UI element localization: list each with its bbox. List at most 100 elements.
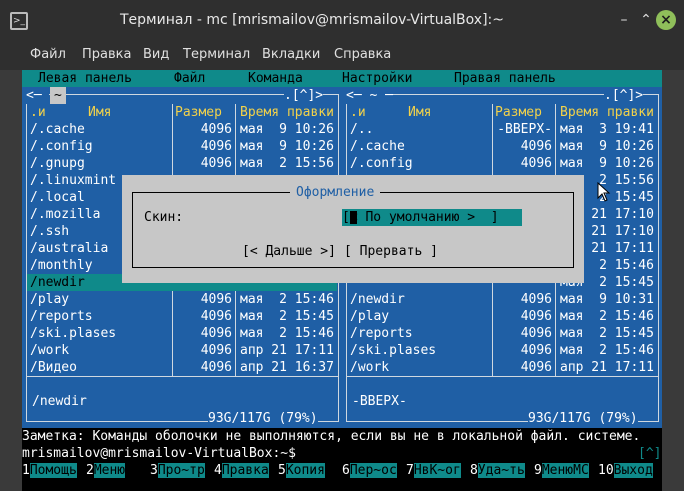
left-panel-history-arrow[interactable]: <─: [26, 87, 50, 104]
right-header-size[interactable]: Размер: [495, 104, 542, 121]
fkey-number: 2: [86, 463, 94, 478]
right_panel-file-size: 4096: [520, 156, 552, 171]
right_panel-file-date: мая 3 19:41: [560, 122, 654, 137]
left_panel-file-name: /play: [30, 292, 70, 307]
fkey-label: МенюМС: [541, 463, 589, 478]
fkey-label: Уда~ть: [477, 463, 525, 478]
fkey-number: 1: [22, 463, 30, 478]
fkey-number: 3: [150, 463, 158, 478]
mc-menu-left-panel[interactable]: Левая панель: [38, 70, 132, 87]
fkey-1[interactable]: 1Помощь: [22, 462, 77, 479]
left_panel-file-date: мая 9 10:26: [240, 122, 334, 137]
left_panel-file-name: /.mozilla: [30, 207, 101, 222]
right_panel-file-size: 4096: [520, 139, 552, 154]
right_panel-file-name: /newdir: [350, 292, 405, 307]
next-button[interactable]: [< Дальше >]: [242, 243, 336, 260]
left_panel-file-size: 4096: [200, 292, 232, 307]
right-panel-history-arrow[interactable]: <─ ~ ─: [346, 87, 393, 104]
menu-help[interactable]: Справка: [334, 40, 391, 70]
skin-label: Скин:: [144, 210, 184, 225]
right_panel-file-date: мая 2 15:46: [560, 309, 654, 324]
left_panel-file-name: /newdir: [30, 275, 85, 290]
left_panel-file-size: 4096: [200, 122, 232, 137]
right_panel-file-name: /play: [350, 309, 390, 324]
left_panel-file-name: /.ssh: [30, 224, 70, 239]
left_panel-file-date: мая 2 15:56: [240, 156, 334, 171]
right-panel-disk: 93G/117G (79%): [528, 410, 638, 427]
right_panel-file-date: мая 9 10:26: [560, 156, 654, 171]
terminal-area[interactable]: Левая панель Файл Команда Настройки Прав…: [22, 70, 662, 491]
left-panel-path: ~: [50, 87, 66, 104]
fkey-number: 8: [470, 463, 478, 478]
left-header-name[interactable]: Имя: [88, 104, 111, 121]
right-header-mtime[interactable]: Время правки: [560, 104, 654, 121]
left_panel-file-date: мая 9 10:26: [240, 139, 334, 154]
dialog-title: Оформление: [290, 184, 381, 201]
left-header-size[interactable]: Размер: [175, 104, 222, 121]
left_panel-file-name: /work: [30, 343, 70, 358]
skin-select[interactable]: [< По умолчанию > ]: [342, 209, 522, 226]
right_panel-file-size: 4096: [520, 326, 552, 341]
right_panel-file-name: /.config: [350, 156, 413, 171]
mc-menu-command[interactable]: Команда: [248, 70, 303, 87]
fkey-8[interactable]: 8Уда~ть: [470, 462, 525, 479]
menu-terminal[interactable]: Терминал: [183, 40, 250, 70]
right_panel-file-date: мая 9 10:31: [560, 292, 654, 307]
left-header-n[interactable]: .и: [30, 104, 46, 121]
fkey-number: 6: [342, 463, 350, 478]
shell-prompt[interactable]: mrismailov@mrismailov-VirtualBox:~$: [22, 445, 662, 462]
menu-bar: Файл Правка Вид Терминал Вкладки Справка: [0, 40, 684, 70]
right-panel-separator: [346, 376, 658, 377]
left_panel-file-name: /ski.plases: [30, 326, 117, 341]
minimize-icon[interactable]: –: [614, 10, 634, 30]
right-header-name[interactable]: Имя: [408, 104, 431, 121]
mc-menu-file[interactable]: Файл: [174, 70, 205, 87]
right_panel-file-name: /..: [350, 122, 374, 137]
window-title: Терминал - mc [mrismailov@mrismailov-Vir…: [120, 12, 504, 28]
appearance-dialog: Оформление Скин: [< По умолчанию > ] [< …: [122, 175, 584, 283]
fkey-label: Помощь: [29, 463, 77, 478]
terminal-window: >_ Терминал - mc [mrismailov@mrismailov-…: [0, 0, 684, 491]
right-header-n[interactable]: .и: [350, 104, 366, 121]
menu-file[interactable]: Файл: [30, 40, 66, 70]
left_panel-file-date: мая 2 15:46: [240, 326, 334, 341]
fkey-label: Пер~ос: [349, 463, 397, 478]
left_panel-file-name: /monthly: [30, 258, 93, 273]
left_panel-file-name: /.cache: [30, 122, 85, 137]
close-icon[interactable]: ×: [656, 10, 676, 30]
left-panel-status: /newdir: [32, 394, 87, 409]
menu-view[interactable]: Вид: [143, 40, 169, 70]
mc-menu-options[interactable]: Настройки: [342, 70, 412, 87]
left_panel-file-size: 4096: [200, 326, 232, 341]
fkey-10[interactable]: 10Выход: [598, 462, 653, 479]
prompt-scroll-indicator[interactable]: [^]: [638, 445, 661, 462]
maximize-icon[interactable]: ⌃: [636, 10, 656, 30]
fkey-number: 10: [598, 463, 614, 478]
cursor-block: [350, 211, 357, 224]
abort-button[interactable]: [ Прервать ]: [344, 243, 438, 260]
fkey-4[interactable]: 4Правка: [214, 462, 269, 479]
left-header-mtime[interactable]: Время правки: [240, 104, 334, 121]
left-panel-disk: 93G/117G (79%): [208, 410, 318, 427]
left-panel-separator: [26, 376, 338, 377]
fkey-3[interactable]: 3Про~тр: [150, 462, 205, 479]
left_panel-file-size: 4096: [200, 360, 232, 375]
left-panel-corner[interactable]: .[^]>: [284, 87, 324, 104]
fkey-5[interactable]: 5Копия: [278, 462, 325, 479]
fkey-9[interactable]: 9МенюМС: [534, 462, 589, 479]
fkey-label: Про~тр: [157, 463, 205, 478]
mc-menu-right-panel[interactable]: Правая панель: [454, 70, 556, 87]
left_panel-file-name: /.linuxmint: [30, 173, 117, 188]
right-panel-corner[interactable]: .[^]>: [604, 87, 644, 104]
fkey-6[interactable]: 6Пер~ос: [342, 462, 397, 479]
mouse-pointer-icon: [597, 182, 611, 202]
title-bar[interactable]: >_ Терминал - mc [mrismailov@mrismailov-…: [0, 0, 684, 40]
menu-tabs[interactable]: Вкладки: [262, 40, 320, 70]
right_panel-file-date: мая 2 15:45: [560, 326, 654, 341]
fkey-2[interactable]: 2Меню: [86, 462, 126, 479]
fkey-7[interactable]: 7НвК~ог: [406, 462, 461, 479]
menu-edit[interactable]: Правка: [82, 40, 131, 70]
fkey-number: 9: [534, 463, 542, 478]
left_panel-file-name: /.gnupg: [30, 156, 85, 171]
left_panel-file-size: 4096: [200, 156, 232, 171]
